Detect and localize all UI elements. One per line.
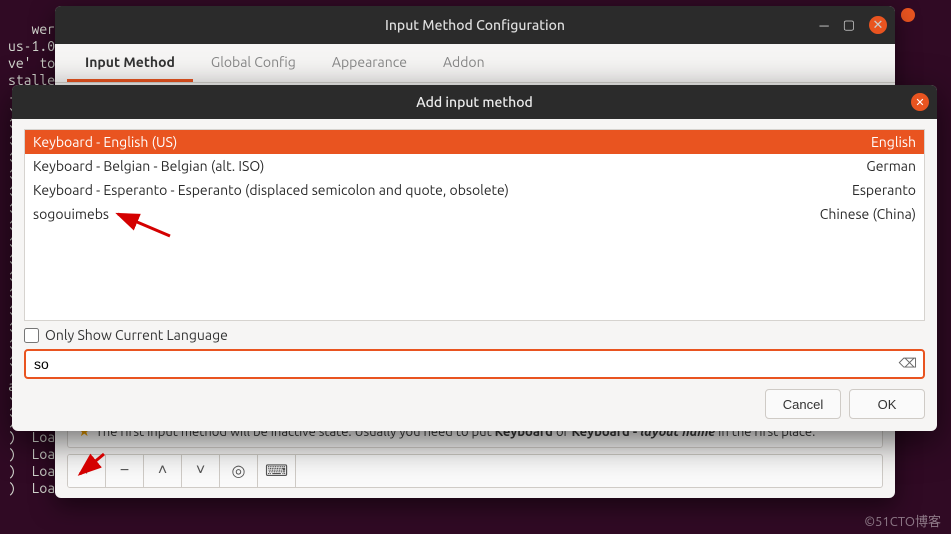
list-item[interactable]: Keyboard - English (US) English — [25, 130, 924, 154]
item-lang: Chinese (China) — [820, 206, 916, 222]
add-button[interactable]: + — [68, 455, 106, 487]
move-up-button[interactable]: ˄ — [144, 455, 182, 487]
add-input-method-dialog: Add input method ✕ Keyboard - English (U… — [12, 85, 937, 431]
cancel-button[interactable]: Cancel — [765, 389, 841, 419]
close-icon[interactable]: ✕ — [869, 16, 887, 34]
only-current-language-checkbox[interactable]: Only Show Current Language — [24, 327, 925, 343]
tab-bar: Input Method Global Config Appearance Ad… — [55, 44, 895, 83]
item-name: Keyboard - Esperanto - Esperanto (displa… — [33, 182, 509, 198]
list-item[interactable]: Keyboard - Belgian - Belgian (alt. ISO) … — [25, 154, 924, 178]
watermark: ©51CTO博客 — [864, 511, 941, 530]
dialog-title: Add input method — [416, 94, 533, 110]
close-icon[interactable]: ✕ — [911, 93, 929, 111]
list-item[interactable]: sogouimebs Chinese (China) — [25, 202, 924, 226]
tab-appearance[interactable]: Appearance — [314, 44, 425, 82]
item-lang: Esperanto — [852, 182, 916, 198]
checkbox-input[interactable] — [24, 328, 39, 343]
clear-search-icon[interactable]: ⌫ — [899, 357, 917, 372]
search-field-wrap: ⌫ — [24, 349, 925, 379]
configure-button[interactable]: ◎ — [220, 455, 258, 487]
maximize-icon[interactable]: ▢ — [843, 18, 855, 33]
ok-button[interactable]: OK — [849, 389, 925, 419]
window-titlebar[interactable]: Input Method Configuration ─ ▢ ✕ — [55, 6, 895, 44]
item-name: Keyboard - English (US) — [33, 134, 177, 150]
list-item[interactable]: Keyboard - Esperanto - Esperanto (displa… — [25, 178, 924, 202]
item-name: sogouimebs — [33, 206, 109, 222]
item-name: Keyboard - Belgian - Belgian (alt. ISO) — [33, 158, 264, 174]
dialog-titlebar[interactable]: Add input method ✕ — [12, 85, 937, 119]
item-lang: English — [871, 134, 916, 150]
toolbar: + − ˄ ˅ ◎ ⌨ — [67, 454, 883, 488]
checkbox-label: Only Show Current Language — [45, 327, 228, 343]
input-method-list[interactable]: Keyboard - English (US) English Keyboard… — [24, 129, 925, 321]
search-input[interactable] — [24, 349, 925, 379]
tab-input-method[interactable]: Input Method — [67, 44, 193, 82]
tab-addon[interactable]: Addon — [425, 44, 503, 82]
window-title: Input Method Configuration — [385, 17, 565, 33]
tab-global-config[interactable]: Global Config — [193, 44, 314, 82]
dialog-buttons: Cancel OK — [12, 389, 937, 431]
minimize-icon[interactable]: ─ — [819, 18, 828, 33]
desktop-indicator — [901, 8, 915, 22]
keyboard-button[interactable]: ⌨ — [258, 455, 296, 487]
item-lang: German — [866, 158, 916, 174]
remove-button[interactable]: − — [106, 455, 144, 487]
move-down-button[interactable]: ˅ — [182, 455, 220, 487]
